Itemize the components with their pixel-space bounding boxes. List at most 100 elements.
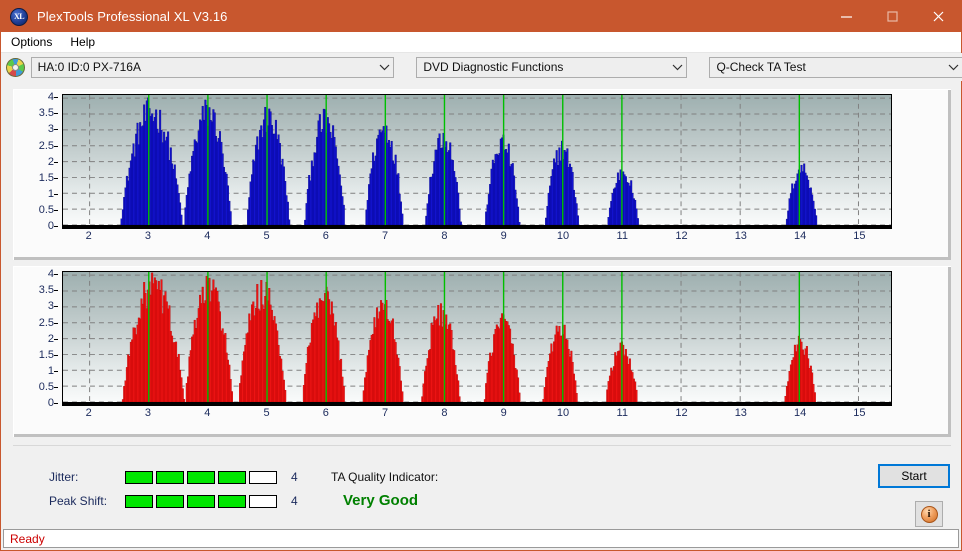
y-tick-mark	[54, 338, 58, 340]
ta-quality-indicator: TA Quality Indicator: Very Good	[331, 470, 438, 509]
meter-block	[156, 494, 184, 508]
y-tick-label: 1.5	[38, 171, 54, 184]
status-bar: Ready	[3, 529, 959, 548]
y-tick-label: 0.5	[38, 203, 54, 216]
meter-block	[125, 494, 153, 508]
peakshift-chart-plot	[62, 271, 892, 403]
x-tick-label: 5	[263, 230, 270, 242]
title-bar: XL PlexTools Professional XL V3.16	[1, 1, 961, 32]
y-tick-mark	[54, 403, 58, 404]
x-tick-label: 7	[382, 407, 389, 419]
test-selector[interactable]: Q-Check TA Test	[709, 56, 962, 78]
ta-quality-label: TA Quality Indicator:	[331, 470, 439, 484]
menu-item-help[interactable]: Help	[62, 33, 103, 51]
chevron-down-icon	[944, 58, 962, 77]
peakshift-chart-panel: 0 0.5 1 1.5 2 2.5 3 3.5 4 2 3 4 5 6 7 8 9 10 11 12 13 14 15	[13, 266, 951, 437]
minimize-icon[interactable]	[823, 1, 869, 32]
jitter-chart-baseline	[62, 226, 892, 229]
x-tick-label: 3	[144, 230, 152, 242]
y-tick-label: 3.5	[38, 107, 54, 120]
window-title: PlexTools Professional XL V3.16	[37, 9, 228, 24]
x-tick-label: 6	[322, 407, 329, 419]
y-tick-mark	[54, 161, 58, 163]
x-tick-label: 11	[616, 407, 628, 419]
x-tick-label: 13	[734, 230, 747, 242]
peakshift-chart-y-axis: 0 0.5 1 1.5 2 2.5 3 3.5 4	[14, 267, 58, 409]
y-tick-label: 1.5	[38, 348, 54, 361]
x-tick-label: 11	[616, 230, 628, 242]
x-tick-label: 14	[793, 407, 807, 419]
x-tick-label: 13	[734, 407, 747, 419]
y-tick-mark	[54, 113, 58, 115]
chevron-down-icon	[668, 58, 686, 77]
maximize-icon[interactable]	[869, 1, 915, 32]
application-window: XL PlexTools Professional XL V3.16 Optio…	[0, 0, 962, 551]
test-selector-value: Q-Check TA Test	[716, 60, 806, 74]
drive-selector[interactable]: HA:0 ID:0 PX-716A	[30, 56, 395, 78]
peak-shift-label: Peak Shift:	[49, 494, 108, 508]
y-tick-label: 2.5	[38, 316, 54, 329]
x-tick-label: 10	[556, 407, 570, 419]
meter-block	[187, 470, 215, 484]
results-panel: Jitter: 4 Peak Shift: 4 TA Quality Indic…	[13, 445, 951, 527]
peak-shift-value: 4	[291, 494, 298, 508]
y-tick-label: 0.5	[38, 380, 54, 393]
x-tick-label: 4	[204, 230, 211, 242]
jitter-label: Jitter:	[49, 470, 79, 484]
peak-shift-meter-row: Peak Shift: 4	[49, 494, 298, 508]
x-tick-label: 2	[85, 407, 92, 419]
x-tick-label: 12	[675, 407, 688, 419]
x-tick-label: 10	[556, 230, 570, 242]
x-tick-label: 15	[853, 407, 866, 419]
y-tick-mark	[54, 322, 58, 324]
y-tick-label: 3.5	[38, 284, 54, 297]
menu-bar: Options Help	[1, 32, 961, 53]
meter-block	[249, 470, 277, 484]
y-tick-mark	[54, 97, 58, 99]
peakshift-chart-baseline	[62, 403, 892, 406]
y-tick-mark	[54, 306, 58, 308]
ta-quality-value: Very Good	[343, 492, 419, 509]
y-tick-mark	[54, 226, 58, 227]
close-icon[interactable]	[915, 1, 961, 32]
x-tick-label: 15	[853, 230, 866, 242]
y-tick-label: 2.5	[38, 139, 54, 152]
status-text: Ready	[10, 531, 45, 546]
x-tick-label: 4	[204, 407, 211, 419]
peakshift-chart-inner: 0 0.5 1 1.5 2 2.5 3 3.5 4 2 3 4 5 6 7 8 9 10 11 12 13 14 15	[14, 267, 948, 434]
peakshift-chart-plot-area	[62, 271, 892, 403]
jitter-meter	[125, 470, 280, 484]
x-tick-label: 2	[85, 230, 92, 242]
peak-shift-meter	[125, 494, 280, 508]
y-tick-mark	[54, 290, 58, 292]
disc-icon	[6, 57, 25, 77]
function-selector[interactable]: DVD Diagnostic Functions	[416, 56, 688, 78]
meter-block	[218, 470, 246, 484]
y-tick-mark	[54, 209, 58, 211]
x-tick-label: 6	[322, 230, 329, 242]
jitter-chart-plot-area	[62, 94, 892, 226]
y-tick-mark	[54, 177, 58, 179]
meter-block	[249, 494, 277, 508]
selector-toolbar: HA:0 ID:0 PX-716A DVD Diagnostic Functio…	[1, 53, 962, 81]
x-tick-label: 9	[500, 230, 507, 242]
xl-logo-icon: XL	[10, 7, 28, 26]
meter-block	[218, 494, 246, 508]
y-tick-mark	[54, 129, 58, 131]
jitter-chart-panel: 0 0.5 1 1.5 2 2.5 3 3.5 4 2 3 4 5 6 7 8 9 10 11 12 13 14 15	[13, 89, 951, 260]
function-selector-value: DVD Diagnostic Functions	[423, 60, 564, 74]
info-icon: i	[920, 505, 938, 523]
start-button[interactable]: Start	[878, 464, 950, 488]
x-tick-label: 5	[263, 407, 270, 419]
x-tick-label: 7	[382, 230, 389, 242]
jitter-value: 4	[291, 470, 298, 484]
meter-block	[125, 470, 153, 484]
peakshift-chart-x-axis: 2 3 4 5 6 7 8 9 10 11 12 13 14 15	[62, 407, 892, 425]
y-tick-mark	[54, 274, 58, 276]
x-tick-label: 12	[675, 230, 688, 242]
jitter-meter-row: Jitter: 4	[49, 470, 298, 484]
menu-item-options[interactable]: Options	[3, 33, 60, 51]
x-tick-label: 8	[441, 230, 448, 242]
drive-selector-value: HA:0 ID:0 PX-716A	[37, 60, 141, 74]
info-button[interactable]: i	[915, 501, 943, 527]
